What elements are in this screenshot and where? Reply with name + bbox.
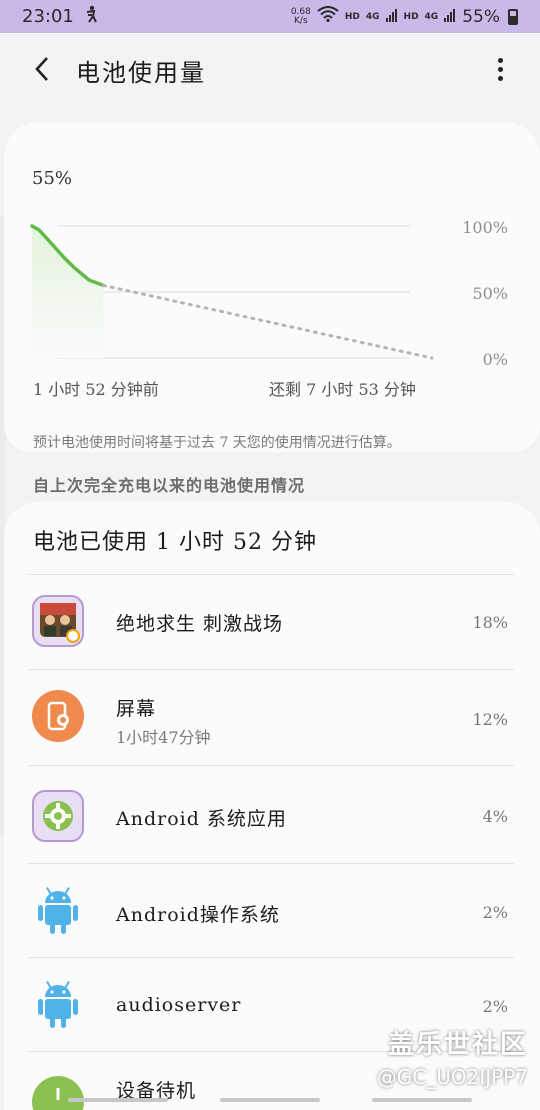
app-duration: 1小时47分钟 <box>116 728 211 747</box>
app-name: audioserver <box>116 994 242 1016</box>
tick-label-0: 0% <box>482 350 508 369</box>
standby-icon <box>32 1076 84 1110</box>
android-icon <box>32 884 84 936</box>
wifi-icon <box>317 6 339 27</box>
time-remaining-label: 还剩 7 小时 53 分钟 <box>269 380 416 399</box>
used-area <box>32 226 104 358</box>
page-title: 电池使用量 <box>76 59 206 87</box>
hd-label-1: HD <box>344 11 360 22</box>
status-time: 23:01 <box>22 6 74 27</box>
app-percent: 2% <box>482 903 508 922</box>
app-name: Android操作系统 <box>116 904 280 926</box>
game-icon <box>32 595 84 647</box>
app-percent: 18% <box>472 613 508 632</box>
time-start-label: 1 小时 52 分钟前 <box>33 380 159 399</box>
projected-battery-line <box>101 283 434 360</box>
app-bar: 电池使用量 <box>0 33 540 105</box>
app-percent: 2% <box>482 997 508 1016</box>
estimate-note: 预计电池使用时间将基于过去 7 天您的使用情况进行估算。 <box>33 435 401 451</box>
signal-icon-1 <box>385 7 398 27</box>
network-speed: 0.68 K/s <box>290 6 311 26</box>
lte-label-1: 4G <box>365 11 380 22</box>
tick-label-100: 100% <box>462 218 508 237</box>
accessibility-icon <box>84 5 98 28</box>
list-item-screen[interactable]: 屏幕 1小时47分钟 12% <box>0 670 540 764</box>
app-name: Android 系统应用 <box>116 808 287 830</box>
back-arrow-icon <box>35 57 48 81</box>
nav-home-hint[interactable] <box>220 1098 320 1102</box>
list-item-android-os[interactable]: Android操作系统 2% <box>0 864 540 958</box>
battery-icon <box>508 8 518 25</box>
battery-percent: 55% <box>462 6 500 27</box>
status-bar: 23:01 0.68 K/s HD 4G HD 4G 55% <box>0 0 540 33</box>
app-percent: 4% <box>482 807 508 826</box>
list-item-android-system-apps[interactable]: Android 系统应用 4% <box>0 766 540 860</box>
nav-back-hint[interactable] <box>68 1098 168 1102</box>
screen-icon <box>32 690 84 742</box>
app-name: 屏幕 <box>116 698 157 720</box>
hd-label-2: HD <box>403 11 419 22</box>
watermark-handle: @GC_UO2IJPP7 <box>376 1065 528 1089</box>
section-header: 自上次完全充电以来的电池使用情况 <box>33 476 306 495</box>
tick-label-50: 50% <box>472 284 508 303</box>
list-item-game[interactable]: 绝地求生 刺激战场 18% <box>0 575 540 669</box>
app-percent: 12% <box>472 710 508 729</box>
more-dot-icon <box>497 75 503 81</box>
settings-gear-icon <box>32 790 84 842</box>
usage-summary: 电池已使用 1 小时 52 分钟 <box>33 530 317 555</box>
lte-label-2: 4G <box>424 11 439 22</box>
community-watermark: 盖乐世社区 @GC_UO2IJPP7 <box>377 1024 528 1089</box>
more-options-button[interactable] <box>488 53 512 85</box>
more-dot-icon <box>497 57 503 63</box>
android-icon <box>32 978 84 1030</box>
watermark-title: 盖乐世社区 <box>387 1030 528 1060</box>
app-name: 绝地求生 刺激战场 <box>116 613 284 635</box>
current-battery-level: 55% <box>32 168 73 189</box>
nav-recents-hint[interactable] <box>372 1098 472 1102</box>
back-button[interactable] <box>26 53 58 85</box>
more-dot-icon <box>497 66 503 72</box>
signal-icon-2 <box>444 7 456 27</box>
